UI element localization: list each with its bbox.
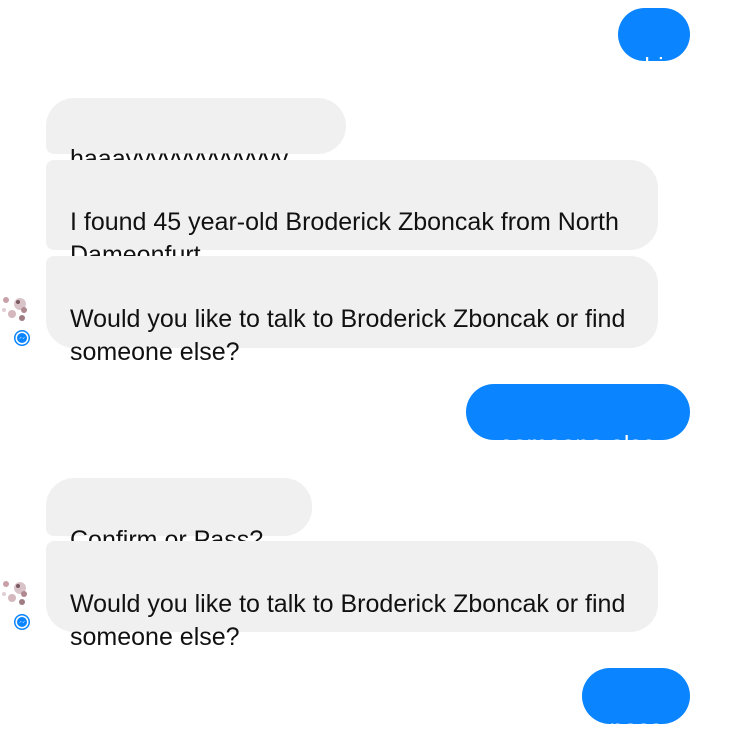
messenger-badge-icon	[14, 614, 30, 630]
message-text: pass	[609, 715, 663, 743]
bot-avatar[interactable]	[0, 294, 32, 346]
incoming-message[interactable]: I found 45 year-old Broderick Zboncak fr…	[46, 160, 658, 269]
message-text: Would you like to talk to Broderick Zbon…	[70, 590, 626, 651]
incoming-message[interactable]: haaayyyyyyyyyyyyy	[46, 98, 346, 173]
message-text: hi	[644, 53, 664, 81]
chat-screen: { "conversation": { "messages": [ {"send…	[0, 0, 742, 743]
message-text: someone else	[500, 431, 656, 459]
outgoing-message[interactable]: pass	[582, 668, 690, 743]
message-text: Would you like to talk to Broderick Zbon…	[70, 305, 626, 366]
incoming-message[interactable]: Would you like to talk to Broderick Zbon…	[46, 256, 658, 366]
messenger-badge-icon	[14, 330, 30, 346]
bot-avatar[interactable]	[0, 578, 32, 630]
incoming-message[interactable]: Confirm or Pass?	[46, 478, 312, 554]
incoming-message[interactable]: Would you like to talk to Broderick Zbon…	[46, 541, 658, 651]
outgoing-message[interactable]: someone else	[466, 384, 690, 459]
outgoing-message[interactable]: hi	[618, 8, 690, 81]
